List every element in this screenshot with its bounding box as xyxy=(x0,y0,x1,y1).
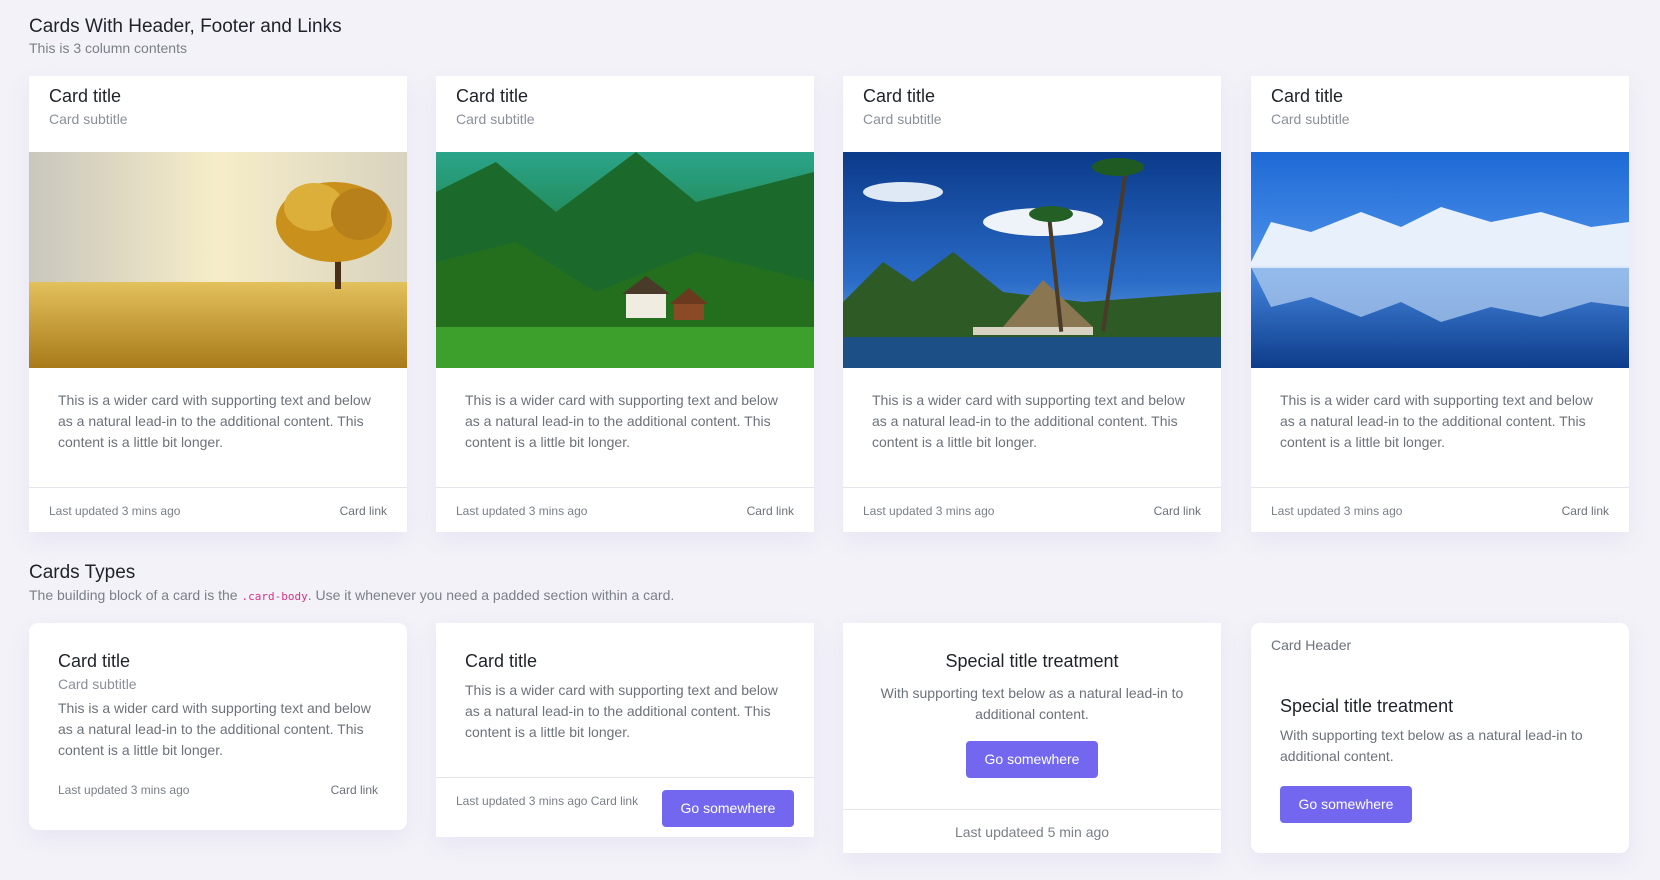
card-footer: Last updated 3 mins ago Card link xyxy=(436,487,814,532)
card-link[interactable]: Card link xyxy=(340,504,387,518)
go-somewhere-button[interactable]: Go somewhere xyxy=(966,741,1098,778)
section-title: Cards Types xyxy=(29,562,136,583)
type-card-4: Card Header Special title treatment With… xyxy=(1251,623,1629,853)
card-footer: Last updated 3 mins ago Card link Go som… xyxy=(436,777,814,837)
card-title: Card title xyxy=(1271,86,1344,106)
card-text: With supporting text below as a natural … xyxy=(880,685,1184,722)
last-updated-text: Last updated 3 mins ago xyxy=(49,504,181,518)
go-somewhere-button[interactable]: Go somewhere xyxy=(662,790,794,827)
card-subtitle: Card subtitle xyxy=(456,111,535,127)
last-updated-text: Last updated 3 mins ago xyxy=(1271,504,1403,518)
card-footer: Last updateed 5 min ago xyxy=(843,809,1221,853)
inline-code: .card-body xyxy=(241,590,308,603)
section-title: Cards With Header, Footer and Links xyxy=(29,16,342,37)
card-footer: Last updated 3 mins ago Card link xyxy=(29,487,407,532)
last-updated-text: Last updateed 5 min ago xyxy=(954,824,1110,840)
image-card-2: Card title Card subtitle This is a wider… xyxy=(436,76,814,532)
image-card-3: Card title Card subtitle This is a wider… xyxy=(843,76,1221,532)
type-card-1: Card title Card subtitle This is a wider… xyxy=(29,623,407,830)
section-subtitle: This is 3 column contents xyxy=(29,40,187,56)
image-card-1: Card title Card subtitle This is a wider… xyxy=(29,76,407,532)
type-card-2: Card title This is a wider card with sup… xyxy=(436,623,814,837)
card-link[interactable]: Card link xyxy=(1562,504,1609,518)
card-title: Card title xyxy=(456,86,529,106)
card-footer: Last updated 3 mins ago Card link xyxy=(843,487,1221,532)
last-updated-text: Last updated 3 mins ago xyxy=(58,783,190,797)
card-title: Special title treatment xyxy=(945,651,1119,671)
image-card-4: Card title Card subtitle This is a wider… xyxy=(1251,76,1629,532)
card-footer: Last updated 3 mins ago Card link xyxy=(1251,487,1629,532)
last-updated-text: Last updated 3 mins ago xyxy=(456,504,588,518)
card-title: Card title xyxy=(49,86,122,106)
card-text: This is a wider card with supporting tex… xyxy=(465,682,778,740)
tropical-beach-hut-image xyxy=(843,152,1221,368)
card-title: Card title xyxy=(465,651,538,671)
forest-valley-house-image xyxy=(436,152,814,368)
card-link[interactable]: Card link xyxy=(747,504,794,518)
card-link[interactable]: Card link xyxy=(1154,504,1201,518)
last-updated-text: Last updated 3 mins ago xyxy=(863,504,995,518)
card-text: This is a wider card with supporting tex… xyxy=(58,700,371,758)
go-somewhere-button[interactable]: Go somewhere xyxy=(1280,786,1412,823)
card-subtitle: Card subtitle xyxy=(49,111,128,127)
card-text: This is a wider card with supporting tex… xyxy=(58,392,371,450)
card-text: With supporting text below as a natural … xyxy=(1280,727,1583,764)
card-title: Card title xyxy=(58,651,131,671)
card-header: Card Header xyxy=(1271,637,1352,653)
card-text: This is a wider card with supporting tex… xyxy=(465,392,778,450)
card-text: This is a wider card with supporting tex… xyxy=(1280,392,1593,450)
card-title: Special title treatment xyxy=(1280,696,1454,716)
card-subtitle: Card subtitle xyxy=(863,111,942,127)
frozen-lake-trees-image xyxy=(1251,152,1629,368)
card-subtitle: Card subtitle xyxy=(58,676,137,692)
card-text: This is a wider card with supporting tex… xyxy=(872,392,1185,450)
card-subtitle: Card subtitle xyxy=(1271,111,1350,127)
card-link[interactable]: Card link xyxy=(331,783,378,797)
section-subtitle: The building block of a card is the .car… xyxy=(29,587,675,603)
type-card-3: Special title treatment With supporting … xyxy=(843,623,1221,853)
autumn-tree-field-image xyxy=(29,152,407,368)
card-title: Card title xyxy=(863,86,936,106)
last-updated-text: Last updated 3 mins ago Card link xyxy=(456,794,639,808)
